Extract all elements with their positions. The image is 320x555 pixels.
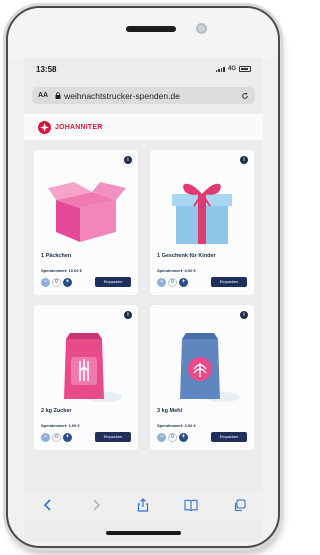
info-icon[interactable]: i <box>124 156 132 164</box>
add-to-package-button[interactable]: Einpacken <box>211 432 247 442</box>
gift-icon <box>172 183 232 244</box>
signal-icon <box>215 66 225 72</box>
reload-icon[interactable] <box>241 92 249 100</box>
home-indicator[interactable] <box>106 531 181 535</box>
chevron-left-icon <box>43 499 51 511</box>
tabs-icon <box>234 498 246 511</box>
book-icon <box>184 499 198 511</box>
reader-settings-button[interactable]: AA <box>38 92 48 99</box>
increment-button[interactable]: + <box>63 278 72 287</box>
flour-bag-icon <box>180 333 240 402</box>
quantity-stepper: − 0 + <box>157 278 188 287</box>
bookmarks-button[interactable] <box>180 494 202 516</box>
quantity-value[interactable]: 0 <box>168 278 177 287</box>
box-icon <box>48 182 126 242</box>
status-time: 13:58 <box>36 64 57 74</box>
tabs-button[interactable] <box>228 494 250 516</box>
product-worth: Spendenwert: 3.00 € <box>157 423 196 428</box>
screen: 13:58 4G AA weihnachtstrucker-spenden.de <box>24 58 263 542</box>
forward-button[interactable] <box>85 494 107 516</box>
share-icon <box>138 498 149 512</box>
phone-frame: 13:58 4G AA weihnachtstrucker-spenden.de <box>6 6 280 548</box>
battery-icon <box>239 66 251 72</box>
quantity-stepper: − 0 + <box>41 433 72 442</box>
product-card[interactable]: i 2 kg Zucker Spendenwert: 2.00 € − 0 + … <box>34 305 138 450</box>
decrement-button[interactable]: − <box>41 433 50 442</box>
product-card[interactable]: i 1 Päckchen Spendenwert: 10.00 € − 0 + … <box>34 150 138 295</box>
sugar-bag-icon <box>64 333 122 402</box>
share-button[interactable] <box>132 494 154 516</box>
info-icon[interactable]: i <box>240 156 248 164</box>
site-header: JOHANNITER <box>24 114 263 140</box>
product-worth: Spendenwert: 10.00 € <box>41 268 82 273</box>
quantity-value[interactable]: 0 <box>168 433 177 442</box>
network-type: 4G <box>227 66 236 72</box>
product-title: 1 Geschenk für Kinder <box>157 253 216 259</box>
decrement-button[interactable]: − <box>157 433 166 442</box>
product-card[interactable]: i 3 kg Mehl Spendenwert: 3.00 € − 0 + Ei… <box>150 305 254 450</box>
product-worth: Spendenwert: 2.00 € <box>41 423 80 428</box>
increment-button[interactable]: + <box>63 433 72 442</box>
decrement-button[interactable]: − <box>41 278 50 287</box>
front-camera <box>196 23 207 34</box>
add-to-package-button[interactable]: Einpacken <box>95 432 131 442</box>
product-worth: Spendenwert: 3.00 € <box>157 268 196 273</box>
decrement-button[interactable]: − <box>157 278 166 287</box>
speaker-grille <box>126 26 176 32</box>
info-icon[interactable]: i <box>240 311 248 319</box>
quantity-value[interactable]: 0 <box>52 278 61 287</box>
quantity-stepper: − 0 + <box>41 278 72 287</box>
add-to-package-button[interactable]: Einpacken <box>95 277 131 287</box>
lock-icon <box>55 92 61 99</box>
add-to-package-button[interactable]: Einpacken <box>211 277 247 287</box>
product-card[interactable]: i 1 Geschenk für Kinder Spendenwert: 3.0… <box>150 150 254 295</box>
quantity-value[interactable]: 0 <box>52 433 61 442</box>
address-bar[interactable]: AA weihnachtstrucker-spenden.de <box>32 87 255 104</box>
phone-top-bezel <box>8 8 278 58</box>
url-text[interactable]: weihnachtstrucker-spenden.de <box>64 91 237 101</box>
increment-button[interactable]: + <box>179 278 188 287</box>
status-bar: 13:58 4G <box>24 58 263 80</box>
quantity-stepper: − 0 + <box>157 433 188 442</box>
johanniter-cross-icon[interactable] <box>38 120 51 134</box>
info-icon[interactable]: i <box>124 311 132 319</box>
status-indicators: 4G <box>215 66 251 72</box>
product-title: 2 kg Zucker <box>41 408 72 414</box>
product-title: 1 Päckchen <box>41 253 72 259</box>
product-title: 3 kg Mehl <box>157 408 183 414</box>
brand-logo-text[interactable]: JOHANNITER <box>55 124 103 131</box>
chevron-right-icon <box>93 499 100 511</box>
browser-toolbar <box>24 490 263 520</box>
increment-button[interactable]: + <box>179 433 188 442</box>
back-button[interactable] <box>37 494 59 516</box>
